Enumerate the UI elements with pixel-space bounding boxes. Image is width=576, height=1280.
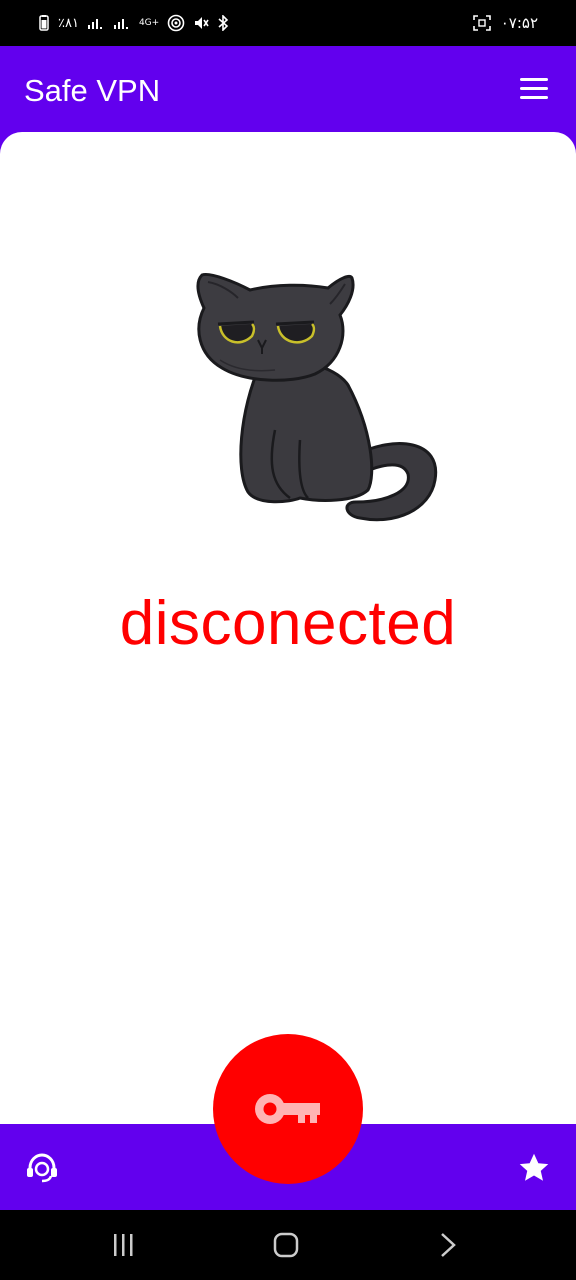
clock: ۰۷:۵۲ (500, 13, 538, 32)
favorite-button[interactable] (516, 1150, 552, 1186)
menu-icon (520, 78, 548, 99)
key-icon (255, 1094, 320, 1124)
recents-icon (114, 1234, 133, 1256)
main-content: disconected (0, 132, 576, 1124)
home-button[interactable] (266, 1230, 306, 1260)
support-agent-icon (27, 1153, 57, 1183)
app-bar: Safe VPN (0, 46, 576, 132)
sad-cat-illustration (196, 272, 438, 522)
battery-icon (38, 15, 50, 31)
system-nav-bar (0, 1210, 576, 1280)
battery-percent: ٪۸۱ (58, 15, 79, 31)
status-bar: ٪۸۱ 4G+ ۰۷:۵۲ (0, 0, 576, 46)
back-button[interactable] (428, 1230, 468, 1260)
home-icon (273, 1232, 299, 1258)
connect-button[interactable] (213, 1034, 363, 1184)
bluetooth-icon (217, 15, 229, 31)
screenshot-icon (472, 15, 491, 31)
signal-icon (87, 16, 105, 30)
status-bar-left: ٪۸۱ 4G+ (38, 0, 229, 46)
back-icon (441, 1233, 456, 1257)
star-icon (519, 1153, 549, 1181)
menu-button[interactable] (520, 78, 548, 100)
support-button[interactable] (24, 1150, 60, 1186)
recents-button[interactable] (104, 1230, 144, 1260)
status-bar-right: ۰۷:۵۲ (472, 0, 538, 46)
mute-icon (193, 15, 209, 31)
hotspot-icon (167, 14, 185, 32)
connection-status: disconected (119, 589, 457, 658)
signal-icon-2 (113, 16, 131, 30)
network-type: 4G+ (138, 17, 160, 28)
app-title: Safe VPN (24, 73, 161, 108)
